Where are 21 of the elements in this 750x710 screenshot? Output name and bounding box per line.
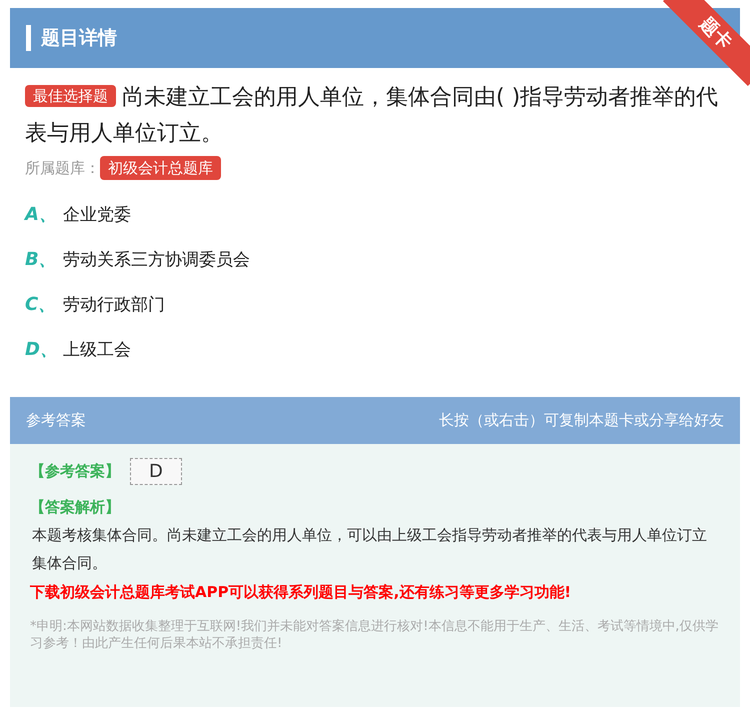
disclaimer-text: *申明:本网站数据收集整理于互联网!我们并未能对答案信息进行核对!本信息不能用于生产、生活、考试等情境中,仅供学习参考！由此产生任何后果本站不承担责任! <box>30 618 720 652</box>
bank-label: 所属题库： <box>25 158 100 178</box>
question-text: $^{最佳选择题}$ 尚未建立工会的用人单位，集体合同由( )指导劳动者推举的代表与用人单位订立。 <box>25 84 720 148</box>
title-marker <box>26 25 31 51</box>
answer-label: 【参考答案】 <box>30 462 120 481</box>
option-text: 企业党委 <box>63 204 131 226</box>
analysis-label: 【答案解析】 <box>30 498 120 516</box>
option-letter: B、 <box>25 248 49 271</box>
answer-value: D <box>130 458 182 485</box>
page-title: 题目详情 <box>41 26 117 51</box>
option-letter: C、 <box>25 293 49 316</box>
option-text: 上级工会 <box>63 338 131 360</box>
option-text: 劳动关系三方协调委员会 <box>63 248 250 270</box>
share-hint: 长按（或右击）可复制本题卡或分享给好友 <box>439 411 724 430</box>
answer-title: 参考答案 <box>26 411 86 430</box>
option-letter: A、 <box>25 203 49 226</box>
bank-tag[interactable]: 初级会计总题库 <box>100 156 221 180</box>
promo-text: 下载初级会计总题库考试APP可以获得系列题目与答案,还有练习等更多学习功能! <box>30 583 572 602</box>
option-text: 劳动行政部门 <box>63 294 165 316</box>
option-letter: D、 <box>25 338 49 361</box>
analysis-text: 本题考核集体合同。尚未建立工会的用人单位，可以由上级工会指导劳动者推举的代表与用人单位订立集体合同。 <box>31 525 708 574</box>
